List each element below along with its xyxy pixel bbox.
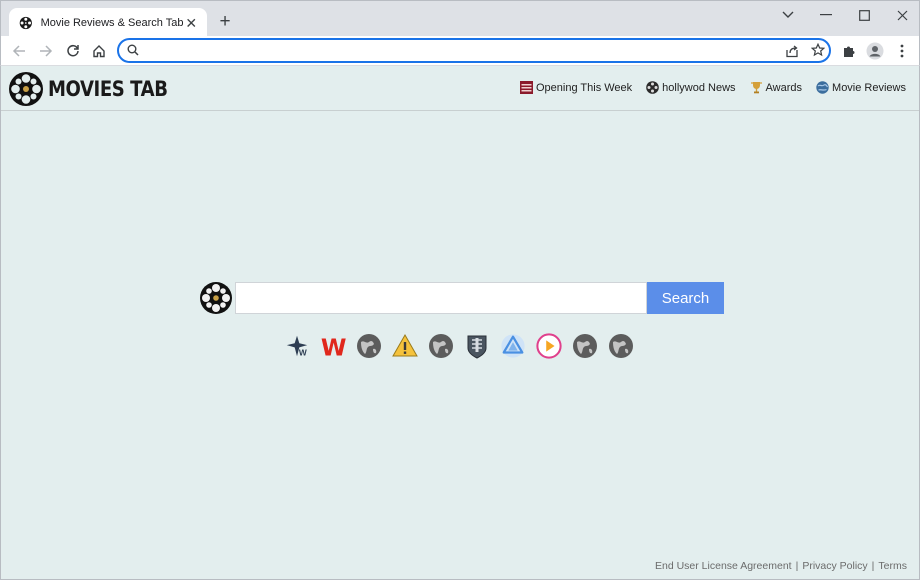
address-bar[interactable]: [117, 38, 831, 63]
film-reel-logo-icon: [200, 282, 232, 314]
tab-title: Movie Reviews & Search Tab: [40, 16, 184, 29]
back-button[interactable]: [9, 41, 29, 61]
close-window-button[interactable]: [889, 5, 915, 25]
tab-strip: Movie Reviews & Search Tab ✕ +: [0, 0, 920, 37]
film-reel-logo-icon: [9, 72, 43, 106]
page-footer: End User License Agreement | Privacy Pol…: [655, 560, 907, 572]
browser-toolbar: [0, 36, 920, 66]
site-logo[interactable]: MOVIES TAB: [8, 71, 187, 107]
world-of-tanks-icon[interactable]: [464, 333, 490, 359]
movie-calendar-icon: [519, 81, 533, 94]
nav-label: Movie Reviews: [832, 81, 906, 94]
search-button[interactable]: Search: [647, 282, 724, 314]
footer-separator: |: [871, 560, 875, 572]
nav-hollywood-news[interactable]: hollywod News: [646, 81, 736, 94]
logo-text: MOVIES TAB: [48, 77, 168, 101]
globe-icon[interactable]: [356, 333, 382, 359]
globe-icon[interactable]: [428, 333, 454, 359]
new-tab-button[interactable]: +: [215, 12, 235, 32]
walmart-star-icon[interactable]: W: [284, 333, 310, 359]
trophy-icon: [750, 82, 762, 94]
globe-icon[interactable]: [572, 333, 598, 359]
film-reel-icon: [646, 81, 659, 94]
nav-label: hollywod News: [662, 81, 736, 94]
search-input[interactable]: [235, 282, 647, 314]
terms-link[interactable]: Terms: [878, 560, 907, 572]
svg-text:W: W: [321, 334, 346, 360]
extensions-puzzle-icon[interactable]: [839, 41, 859, 61]
forward-button[interactable]: [36, 41, 56, 61]
home-button[interactable]: [89, 41, 109, 61]
nav-label: Awards: [765, 81, 803, 94]
eula-link[interactable]: End User License Agreement: [655, 560, 792, 572]
search-area: Search: [199, 281, 724, 315]
menu-kebab-icon[interactable]: [892, 41, 912, 61]
privacy-policy-link[interactable]: Privacy Policy: [802, 560, 867, 572]
nav-label: Opening This Week: [535, 81, 633, 94]
play-icon[interactable]: [536, 333, 562, 359]
tab-search-chevron-icon[interactable]: [775, 5, 801, 25]
profile-avatar[interactable]: [865, 41, 885, 61]
shortcut-bar: W W: [284, 333, 634, 360]
triangle-app-icon[interactable]: [500, 333, 526, 359]
w-letter-icon[interactable]: W: [320, 333, 346, 360]
globe-icon[interactable]: [608, 333, 634, 359]
address-input[interactable]: [149, 42, 769, 59]
film-reel-icon: [19, 16, 32, 29]
maximize-button[interactable]: [851, 5, 877, 25]
browser-tab[interactable]: Movie Reviews & Search Tab ✕: [9, 8, 207, 37]
minimize-button[interactable]: [813, 5, 839, 25]
share-icon[interactable]: [785, 44, 799, 58]
header-nav: Opening This Week hollywod News Awards M…: [519, 81, 906, 94]
tab-close-icon[interactable]: ✕: [183, 15, 199, 31]
search-icon: [127, 44, 139, 56]
nav-awards[interactable]: Awards: [750, 81, 802, 94]
bookmark-star-icon[interactable]: [811, 43, 825, 57]
nav-movie-reviews[interactable]: Movie Reviews: [816, 81, 906, 94]
globe-icon: [816, 81, 829, 94]
nav-opening-this-week[interactable]: Opening This Week: [519, 81, 633, 94]
svg-text:W: W: [299, 347, 307, 357]
reload-button[interactable]: [63, 41, 83, 61]
footer-separator: |: [795, 560, 799, 572]
web-page: MOVIES TAB Opening This Week hollywod Ne…: [0, 66, 920, 580]
site-header: MOVIES TAB Opening This Week hollywod Ne…: [1, 66, 919, 111]
warning-icon[interactable]: [392, 333, 418, 359]
